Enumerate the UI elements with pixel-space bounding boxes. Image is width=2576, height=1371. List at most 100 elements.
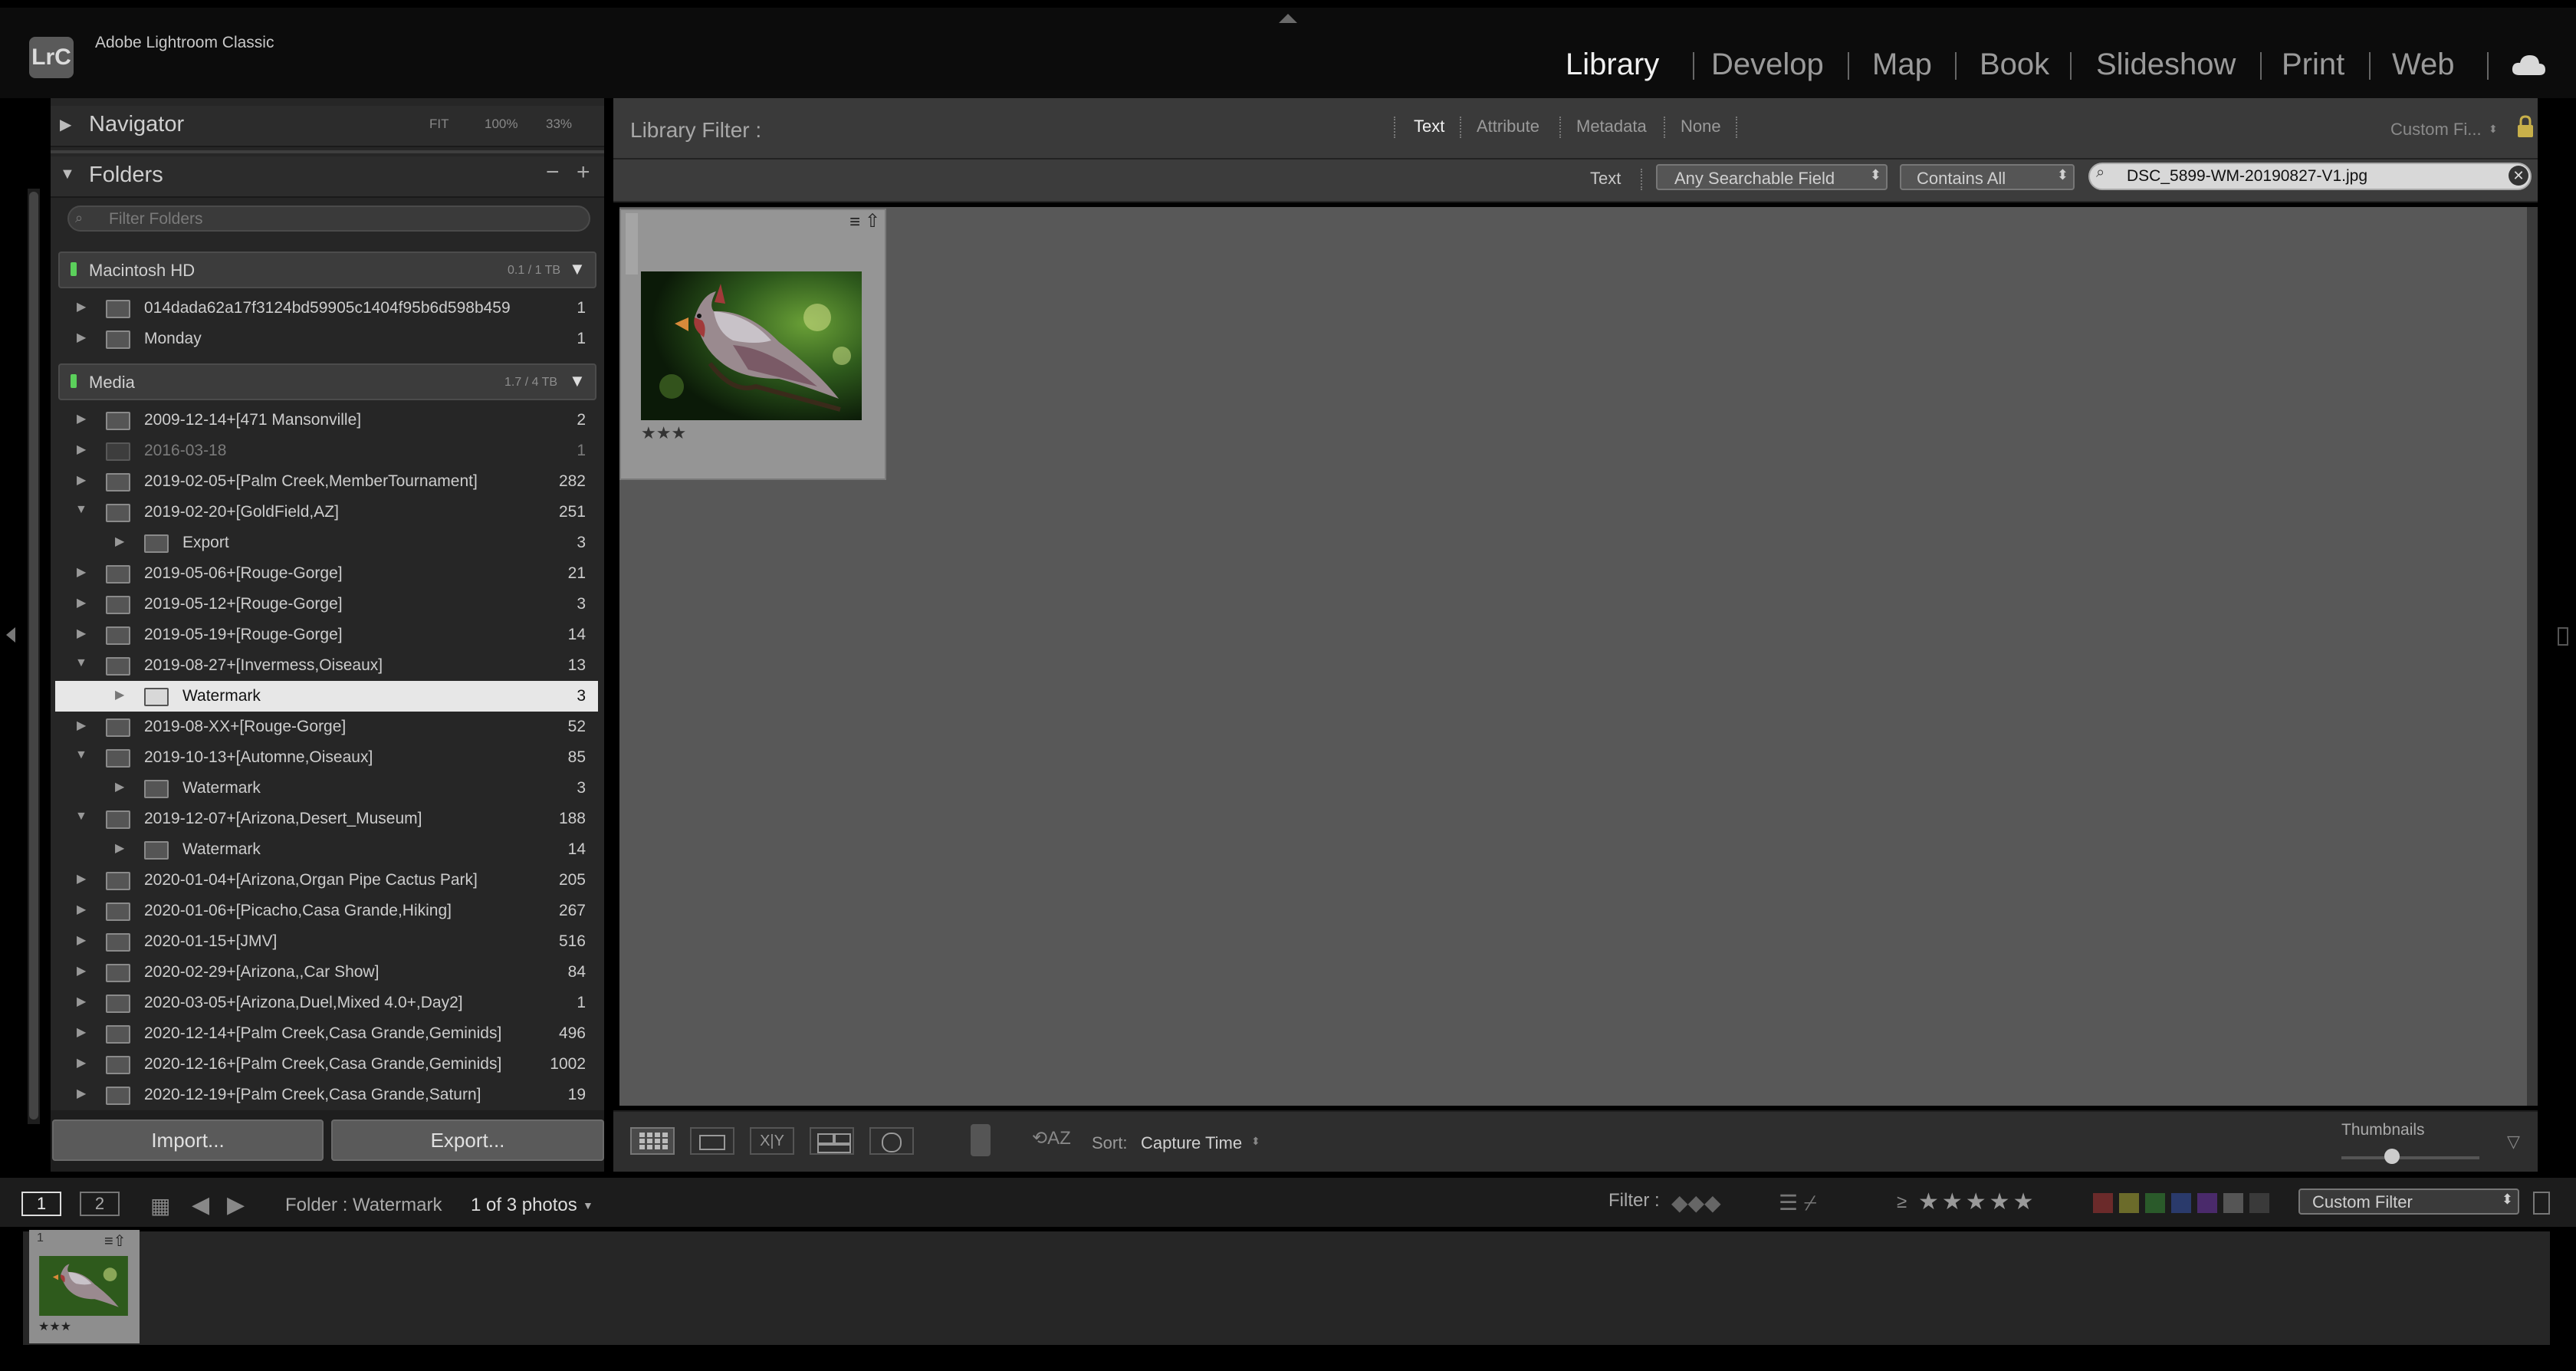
loupe-view-icon[interactable] — [690, 1127, 734, 1155]
remove-folder-button[interactable]: − — [546, 159, 560, 186]
folder-row[interactable]: ▶ 2016-03-18 1 — [55, 436, 598, 466]
custom-filter-select[interactable]: Custom Filter ⬍ — [2298, 1189, 2519, 1215]
zoom-100[interactable]: 100% — [485, 117, 518, 132]
folders-collapse-icon[interactable]: ▼ — [60, 166, 75, 183]
edit-filter-icons[interactable]: ☰ ⌿ — [1779, 1190, 1817, 1216]
expand-arrow-icon[interactable]: ▶ — [115, 779, 124, 794]
bird-photo-thumbnail[interactable] — [641, 271, 862, 420]
color-label-swatch[interactable] — [2197, 1193, 2217, 1213]
color-label-swatch[interactable] — [2145, 1193, 2165, 1213]
quick-menu-icon[interactable]: ≡⇧ — [104, 1231, 126, 1251]
filter-tab-metadata[interactable]: Metadata — [1576, 117, 1647, 136]
filter-tab-text[interactable]: Text — [1414, 117, 1444, 136]
painter-spray-icon[interactable] — [971, 1124, 991, 1156]
toolbar-menu-chevron-icon[interactable]: ▽ — [2507, 1132, 2520, 1152]
folder-row[interactable]: ▶ 2020-02-29+[Arizona,,Car Show] 84 — [55, 957, 598, 988]
cloud-icon[interactable] — [2510, 52, 2547, 82]
navigator-expand-icon[interactable]: ▶ — [60, 115, 71, 134]
module-book[interactable]: Book — [1980, 48, 2049, 82]
expand-arrow-icon[interactable]: ▶ — [77, 871, 86, 886]
export-button[interactable]: Export... — [331, 1119, 604, 1161]
folder-row[interactable]: ▶ 2019-05-19+[Rouge-Gorge] 14 — [55, 620, 598, 650]
module-develop[interactable]: Develop — [1711, 48, 1824, 82]
source-folder-text[interactable]: Folder : Watermark — [285, 1195, 442, 1216]
left-panel-scrollbar[interactable] — [29, 192, 38, 1119]
expand-arrow-icon[interactable]: ▶ — [77, 595, 86, 610]
volume-menu-icon[interactable]: ▼ — [569, 259, 586, 279]
expand-arrow-icon[interactable]: ▶ — [77, 932, 86, 948]
filmstrip-bird-photo[interactable] — [38, 1256, 129, 1316]
module-slideshow[interactable]: Slideshow — [2096, 48, 2236, 82]
grid-shortcut-icon[interactable]: ▦ — [150, 1193, 170, 1218]
expand-arrow-icon[interactable]: ▶ — [77, 564, 86, 580]
left-panel-toggle-icon[interactable] — [6, 627, 15, 643]
expand-arrow-icon[interactable]: ▶ — [77, 994, 86, 1009]
expand-arrow-icon[interactable]: ▶ — [77, 718, 86, 733]
folder-row[interactable]: ▶ Monday 1 — [55, 324, 598, 354]
flag-filter-icons[interactable]: ◆◆◆ — [1671, 1190, 1721, 1215]
forward-arrow-icon[interactable]: ▶ — [227, 1192, 245, 1218]
folder-row[interactable]: ▶ 2020-12-19+[Palm Creek,Casa Grande,Sat… — [55, 1080, 598, 1110]
folder-row[interactable]: ▶ Watermark 3 — [55, 773, 598, 804]
survey-view-icon[interactable] — [810, 1127, 854, 1155]
folder-row[interactable]: ▶ 2009-12-14+[471 Mansonville] 2 — [55, 405, 598, 436]
module-print[interactable]: Print — [2282, 48, 2344, 82]
expand-arrow-icon[interactable]: ▶ — [77, 330, 86, 345]
folder-row[interactable]: ▼ 2019-02-20+[GoldField,AZ] 251 — [55, 497, 598, 528]
expand-arrow-icon[interactable]: ▶ — [77, 963, 86, 978]
filter-tab-none[interactable]: None — [1681, 117, 1721, 136]
expand-arrow-icon[interactable]: ▶ — [77, 902, 86, 917]
module-map[interactable]: Map — [1872, 48, 1932, 82]
expand-arrow-icon[interactable]: ▶ — [77, 626, 86, 641]
zoom-fit[interactable]: FIT — [429, 117, 449, 132]
folder-row[interactable]: ▶ 2020-01-04+[Arizona,Organ Pipe Cactus … — [55, 865, 598, 896]
folder-row[interactable]: ▼ 2019-10-13+[Automne,Oiseaux] 85 — [55, 742, 598, 773]
folder-row[interactable]: ▶ 014dada62a17f3124bd59905c1404f95b6d598… — [55, 293, 598, 324]
grid-view-icon[interactable] — [630, 1127, 675, 1155]
folder-row[interactable]: ▶ 2020-01-06+[Picacho,Casa Grande,Hiking… — [55, 896, 598, 926]
import-button[interactable]: Import... — [52, 1119, 324, 1161]
module-library[interactable]: Library — [1566, 48, 1659, 82]
expand-arrow-icon[interactable]: ▶ — [77, 1055, 86, 1070]
expand-arrow-icon[interactable]: ▶ — [115, 687, 124, 702]
compare-view-icon[interactable]: X|Y — [750, 1127, 794, 1155]
collapse-arrow-icon[interactable]: ▼ — [75, 810, 87, 824]
thumbnail-rating[interactable]: ★★★ — [641, 423, 686, 443]
quick-menu-icon[interactable]: ≡ — [849, 212, 860, 233]
thumbnail-size-slider[interactable] — [2341, 1156, 2479, 1159]
folder-row[interactable]: ▶ 2019-05-06+[Rouge-Gorge] 21 — [55, 558, 598, 589]
volume-media[interactable]: Media 1.7 / 4 TB ▼ — [58, 363, 596, 400]
expand-arrow-icon[interactable]: ▶ — [77, 472, 86, 488]
folder-row[interactable]: ▼ 2019-08-27+[Invermess,Oiseaux] 13 — [55, 650, 598, 681]
photo-count[interactable]: 1 of 3 photos — [471, 1195, 577, 1216]
color-label-swatch[interactable] — [2119, 1193, 2139, 1213]
color-label-swatch[interactable] — [2093, 1193, 2113, 1213]
folder-row[interactable]: ▼ 2019-12-07+[Arizona,Desert_Museum] 188 — [55, 804, 598, 834]
people-view-icon[interactable] — [869, 1127, 914, 1155]
color-label-swatch[interactable] — [2171, 1193, 2191, 1213]
zoom-33[interactable]: 33% — [546, 117, 572, 132]
expand-arrow-icon[interactable]: ▶ — [77, 411, 86, 426]
expand-arrow-icon[interactable]: ▶ — [77, 1024, 86, 1040]
expand-arrow-icon[interactable]: ▶ — [115, 840, 124, 856]
expand-arrow-icon[interactable]: ▶ — [77, 442, 86, 457]
folder-row[interactable]: ▶ 2020-12-14+[Palm Creek,Casa Grande,Gem… — [55, 1018, 598, 1049]
folder-row[interactable]: ▶ 2019-08-XX+[Rouge-Gorge] 52 — [55, 712, 598, 742]
secondary-display-button[interactable]: 2 — [80, 1192, 120, 1216]
color-label-swatch[interactable] — [2223, 1193, 2243, 1213]
rating-filter-stars[interactable]: ★★★★★ — [1918, 1189, 2036, 1215]
filter-preset-select[interactable]: Custom Fi... — [2390, 120, 2482, 140]
folder-row[interactable]: ▶ Export 3 — [55, 528, 598, 558]
folder-row[interactable]: ▶ 2020-03-05+[Arizona,Duel,Mixed 4.0+,Da… — [55, 988, 598, 1018]
folder-row[interactable]: ▶ 2020-12-16+[Palm Creek,Casa Grande,Gem… — [55, 1049, 598, 1080]
expand-arrow-icon[interactable]: ▶ — [77, 1086, 86, 1101]
filter-lock-icon[interactable] — [2533, 1192, 2550, 1215]
collapse-arrow-icon[interactable]: ▼ — [75, 748, 87, 762]
rating-operator[interactable]: ≥ — [1897, 1192, 1907, 1213]
sort-direction-icon[interactable]: ⟲AZ — [1032, 1127, 1071, 1149]
searchable-field-select[interactable]: Any Searchable Field ⬍ — [1656, 164, 1888, 190]
folder-row-selected[interactable]: ▶ Watermark 3 — [55, 681, 598, 712]
back-arrow-icon[interactable]: ◀ — [192, 1192, 209, 1218]
lock-icon[interactable] — [2516, 115, 2535, 138]
rule-select[interactable]: Contains All ⬍ — [1900, 164, 2075, 190]
